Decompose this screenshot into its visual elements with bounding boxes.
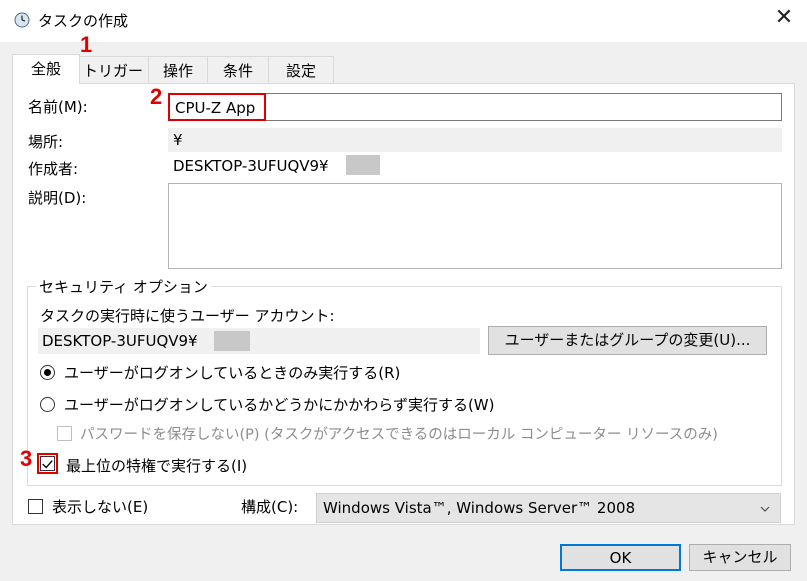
description-textarea[interactable]: [168, 183, 782, 269]
tab-label: 条件: [222, 62, 253, 80]
tab-label: 操作: [162, 62, 193, 80]
radio-logged-on-only[interactable]: [40, 365, 55, 380]
author-value: DESKTOP-3UFUQV9¥: [173, 157, 329, 175]
change-user-button[interactable]: ユーザーまたはグループの変更(U)...: [488, 326, 767, 355]
clock-icon: [14, 12, 30, 28]
close-icon[interactable]: ✕: [770, 4, 798, 32]
configure-for-dropdown[interactable]: Windows Vista™, Windows Server™ 2008: [316, 493, 781, 523]
change-user-button-label: ユーザーまたはグループの変更(U)...: [504, 331, 751, 349]
tab-conditions[interactable]: 条件: [207, 56, 269, 84]
step-marker-3: 3: [20, 446, 33, 471]
run-as-account-field: DESKTOP-3UFUQV9¥: [38, 328, 480, 354]
run-as-account-value: DESKTOP-3UFUQV9¥: [42, 332, 198, 350]
highest-privileges-checkbox[interactable]: [40, 456, 55, 471]
ok-button[interactable]: OK: [560, 544, 681, 571]
title-bar: タスクの作成 ✕: [0, 0, 807, 42]
author-label: 作成者:: [28, 160, 79, 178]
tab-label: トリガー: [82, 62, 143, 80]
check-icon: [42, 460, 53, 469]
radio-selected-dot: [44, 369, 51, 376]
hidden-label: 表示しない(E): [52, 498, 149, 516]
cancel-button[interactable]: キャンセル: [689, 544, 791, 571]
run-as-account-label: タスクの実行時に使うユーザー アカウント:: [40, 307, 335, 325]
description-label: 説明(D):: [28, 189, 87, 207]
chevron-down-icon: [760, 506, 770, 512]
name-input-value: CPU-Z App: [175, 99, 256, 117]
radio-logged-on-only-label: ユーザーがログオンしているときのみ実行する(R): [64, 364, 401, 382]
tab-label: 設定: [285, 62, 316, 80]
do-not-store-password-checkbox[interactable]: [57, 426, 72, 441]
cancel-button-label: キャンセル: [702, 548, 778, 566]
name-label: 名前(M):: [28, 98, 88, 116]
window-title: タスクの作成: [38, 12, 129, 30]
configure-for-value: Windows Vista™, Windows Server™ 2008: [323, 499, 636, 517]
hidden-checkbox[interactable]: [28, 499, 43, 514]
do-not-store-password-label: パスワードを保存しない(P) (タスクがアクセスできるのはローカル コンピュータ…: [80, 427, 718, 443]
tab-label: 全般: [30, 60, 61, 78]
ok-button-label: OK: [609, 549, 632, 567]
tab-general[interactable]: 全般: [12, 54, 80, 84]
configure-for-label: 構成(C):: [241, 498, 299, 516]
tab-triggers[interactable]: トリガー: [77, 56, 149, 84]
location-label: 場所:: [28, 133, 64, 151]
tab-actions[interactable]: 操作: [148, 56, 208, 84]
tab-settings[interactable]: 設定: [268, 56, 334, 84]
redacted-username: [346, 155, 380, 175]
location-value: ¥: [173, 131, 183, 149]
name-input[interactable]: CPU-Z App: [168, 93, 266, 121]
radio-whether-logged-on-label: ユーザーがログオンしているかどうかにかかわらず実行する(W): [64, 396, 495, 414]
highest-privileges-label: 最上位の特権で実行する(I): [66, 457, 248, 475]
step-marker-2: 2: [150, 84, 163, 109]
location-field: ¥: [168, 128, 782, 152]
redacted-account-user: [214, 331, 250, 351]
radio-whether-logged-on[interactable]: [40, 397, 55, 412]
step-marker-1: 1: [80, 32, 93, 57]
security-group-label: セキュリティ オプション: [36, 276, 211, 297]
